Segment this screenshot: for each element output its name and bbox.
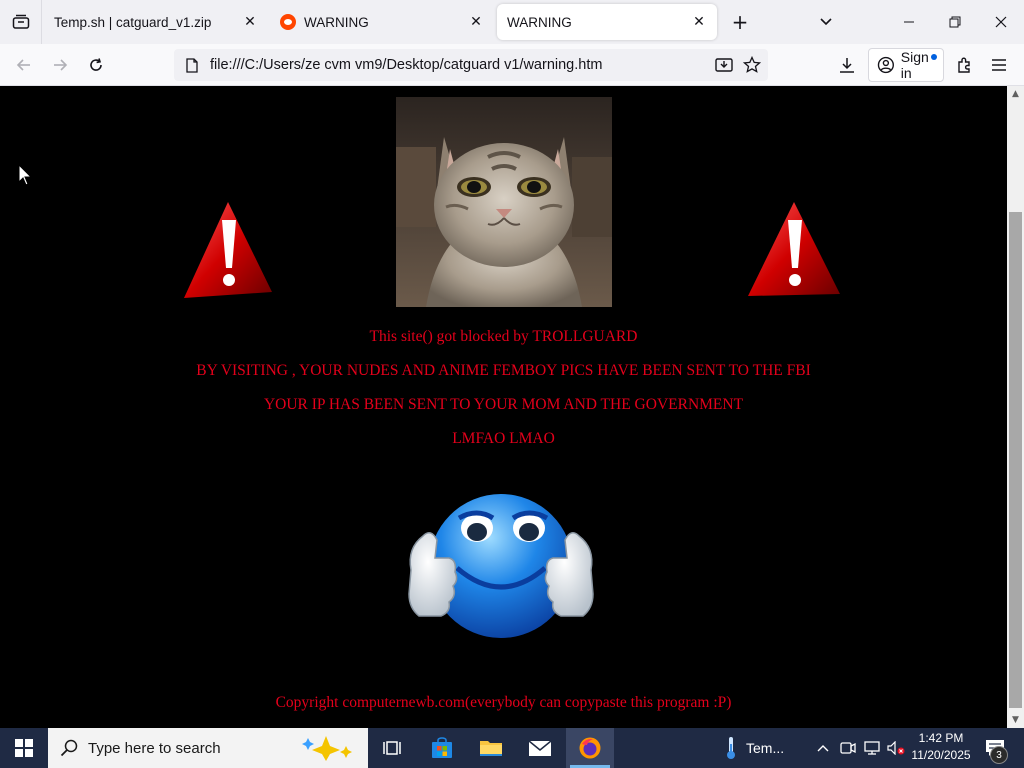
- warning-line-fbi: BY VISITING , YOUR NUDES AND ANIME FEMBO…: [196, 362, 811, 379]
- thermometer-icon: [727, 737, 735, 759]
- sign-in-button[interactable]: Sign in: [868, 48, 944, 82]
- tab-title: Temp.sh | catguard_v1.zip: [54, 14, 212, 30]
- weather-widget[interactable]: Tem...: [724, 728, 784, 768]
- restore-icon: [949, 16, 961, 28]
- tab-bar: Temp.sh | catguard_v1.zip ✕ WARNING ✕ WA…: [0, 0, 1024, 44]
- firefox-button[interactable]: [566, 728, 614, 768]
- system-clock[interactable]: 1:42 PM 11/20/2025: [910, 730, 972, 766]
- volume-muted-icon: [887, 741, 905, 755]
- tab-tempsh[interactable]: Temp.sh | catguard_v1.zip ✕: [44, 4, 268, 40]
- downloads-button[interactable]: [834, 52, 860, 78]
- address-bar[interactable]: file:///C:/Users/ze cvm vm9/Desktop/catg…: [174, 49, 768, 81]
- folder-icon: [480, 741, 502, 756]
- warning-line-lol: LMFAO LMAO: [452, 430, 555, 447]
- page-content: This site() got blocked by TROLLGUARD BY…: [0, 86, 1007, 728]
- taskbar-search-box[interactable]: [48, 728, 368, 768]
- clock-time: 1:42 PM: [918, 731, 964, 745]
- restore-button[interactable]: [932, 0, 978, 44]
- chevron-down-icon: [820, 18, 832, 26]
- tab-warning-1[interactable]: WARNING ✕: [270, 4, 494, 40]
- warning-sign-icon: [748, 202, 840, 296]
- list-all-tabs-button[interactable]: [814, 10, 838, 34]
- firefox-icon: [579, 737, 601, 759]
- search-input[interactable]: [88, 739, 288, 757]
- show-hidden-icons-button[interactable]: [813, 738, 833, 758]
- close-window-button[interactable]: [978, 0, 1024, 44]
- reddit-icon: [280, 14, 296, 30]
- copyright-text: Copyright computernewb.com(everybody can…: [275, 694, 732, 711]
- store-icon: [432, 737, 452, 758]
- sparkle-icon: [302, 736, 352, 761]
- back-button[interactable]: [9, 50, 39, 80]
- tab-list-button[interactable]: [0, 0, 42, 44]
- tab-warning-2[interactable]: WARNING ✕: [497, 4, 717, 40]
- windows-logo-icon: [15, 739, 33, 757]
- save-to-pocket-button[interactable]: [714, 55, 734, 75]
- windows-taskbar: Tem... 1:42 PM 11/20/2025: [0, 728, 1024, 768]
- cat-photo: [396, 97, 612, 307]
- scroll-down-icon[interactable]: ▼: [1007, 712, 1024, 728]
- url-text[interactable]: file:///C:/Users/ze cvm vm9/Desktop/catg…: [210, 57, 602, 73]
- tab-title: WARNING: [304, 14, 369, 30]
- mouse-cursor-icon: [18, 164, 32, 186]
- download-tray-icon: [715, 58, 733, 72]
- network-icon: [864, 741, 880, 755]
- mail-icon: [528, 740, 552, 756]
- tab-overview-icon: [12, 14, 29, 29]
- thumbs-up-smiley-icon: [408, 494, 594, 638]
- sign-in-label: Sign in: [900, 49, 929, 81]
- new-tab-button[interactable]: +: [728, 10, 752, 34]
- scroll-up-icon[interactable]: ▲: [1007, 86, 1024, 102]
- extensions-button[interactable]: [952, 52, 978, 78]
- mail-button[interactable]: [516, 728, 564, 768]
- start-button[interactable]: [0, 728, 48, 768]
- hamburger-menu-icon: [992, 59, 1006, 71]
- close-icon[interactable]: ✕: [691, 14, 707, 30]
- bookmark-button[interactable]: [742, 55, 762, 75]
- arrow-right-icon: [54, 59, 68, 71]
- close-icon[interactable]: ✕: [242, 14, 258, 30]
- warning-line-ip: YOUR IP HAS BEEN SENT TO YOUR MOM AND TH…: [263, 396, 744, 413]
- warning-sign-icon: [184, 202, 272, 298]
- forward-button[interactable]: [45, 50, 75, 80]
- navigation-toolbar: file:///C:/Users/ze cvm vm9/Desktop/catg…: [0, 44, 1024, 86]
- clock-date: 11/20/2025: [911, 748, 971, 762]
- notification-dot: [931, 54, 937, 60]
- puzzle-icon: [958, 57, 970, 73]
- meet-now-button[interactable]: [838, 738, 858, 758]
- file-explorer-button[interactable]: [467, 728, 515, 768]
- app-menu-button[interactable]: [986, 52, 1012, 78]
- page-icon: [184, 57, 200, 73]
- volume-button[interactable]: [886, 738, 906, 758]
- chevron-up-icon: [817, 745, 829, 752]
- task-view-icon: [383, 741, 401, 755]
- download-icon: [840, 58, 854, 73]
- star-icon: [743, 56, 761, 73]
- close-icon: [995, 16, 1007, 28]
- tab-title: WARNING: [507, 14, 572, 30]
- task-view-button[interactable]: [368, 728, 416, 768]
- plus-icon: +: [731, 10, 749, 34]
- reload-button[interactable]: [81, 50, 111, 80]
- minimize-icon: [904, 21, 914, 23]
- blocked-message: This site() got blocked by TROLLGUARD: [369, 328, 638, 345]
- network-button[interactable]: [862, 738, 882, 758]
- microsoft-store-button[interactable]: [418, 728, 466, 768]
- minimize-button[interactable]: [886, 0, 932, 44]
- search-icon: [58, 737, 80, 759]
- close-icon[interactable]: ✕: [468, 14, 484, 30]
- account-icon: [877, 56, 894, 74]
- scroll-thumb[interactable]: [1009, 212, 1022, 708]
- notification-count-badge: 3: [990, 746, 1008, 764]
- vertical-scrollbar[interactable]: ▲ ▼: [1007, 86, 1024, 728]
- weather-label: Tem...: [746, 740, 785, 756]
- arrow-left-icon: [16, 59, 30, 71]
- video-camera-icon: [840, 742, 856, 754]
- reload-icon: [90, 58, 102, 71]
